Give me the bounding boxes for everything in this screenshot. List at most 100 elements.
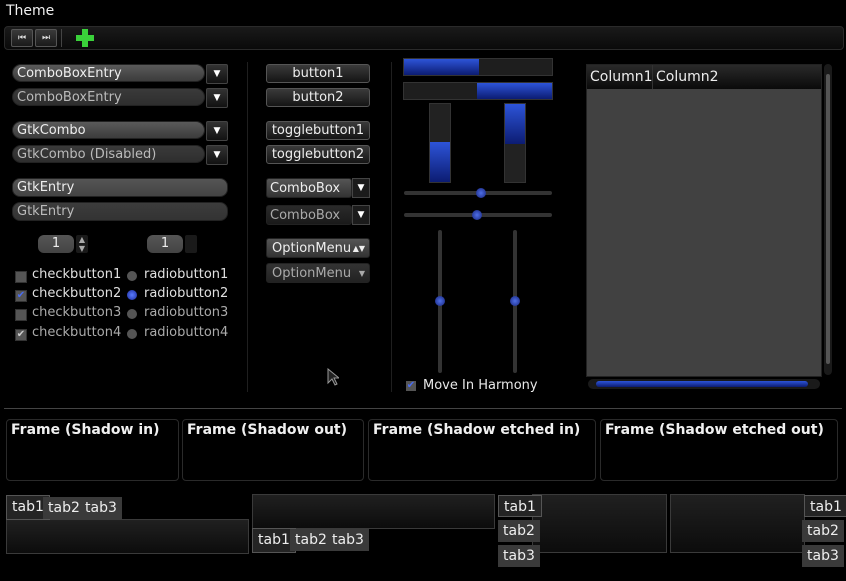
- tab-2[interactable]: tab2: [802, 520, 844, 542]
- slider-knob[interactable]: [435, 296, 445, 306]
- checkbutton-label: checkbutton4: [32, 325, 122, 340]
- chevron-down-icon: ▼: [352, 205, 370, 225]
- tab-3[interactable]: tab3: [327, 529, 369, 551]
- tab-1[interactable]: tab1: [804, 495, 846, 517]
- combobox-entry-1[interactable]: ComboBoxEntry ▼: [12, 64, 228, 84]
- combobox-2: ComboBox ▼: [266, 205, 370, 225]
- slider-knob[interactable]: [510, 296, 520, 306]
- optionmenu-label: OptionMenu: [272, 241, 352, 256]
- notebook-bottom: [252, 494, 495, 529]
- optionmenu-label: OptionMenu: [272, 266, 352, 281]
- radiobutton-label: radiobutton1: [144, 267, 229, 282]
- combobox-label: ComboBox: [266, 205, 352, 225]
- slider-knob[interactable]: [476, 188, 486, 198]
- checkbutton-2[interactable]: ✔ checkbutton2: [15, 286, 135, 304]
- notebook-top: [6, 519, 249, 554]
- progress-bar-vertical-1: [429, 103, 451, 183]
- slider-knob[interactable]: [472, 210, 482, 220]
- column-header-1[interactable]: Column1: [587, 65, 653, 89]
- progress-bar-horizontal-2: [403, 82, 553, 100]
- button1[interactable]: button1: [266, 64, 370, 83]
- tab-2[interactable]: tab2: [290, 529, 332, 551]
- gtkcombo-disabled: GtkCombo (Disabled) ▼: [12, 145, 228, 165]
- togglebutton1[interactable]: togglebutton1: [266, 121, 370, 140]
- gtkcombo-field[interactable]: GtkCombo: [12, 121, 205, 139]
- chevron-down-icon[interactable]: ▼: [206, 88, 228, 108]
- combobox-entry-field[interactable]: ComboBoxEntry: [12, 88, 205, 106]
- chevron-down-icon[interactable]: ▼: [206, 64, 228, 84]
- gtkcombo[interactable]: GtkCombo ▼: [12, 121, 228, 141]
- combobox-entry-field[interactable]: ComboBoxEntry: [12, 64, 205, 82]
- frame-shadow-out: Frame (Shadow out): [182, 419, 364, 481]
- checkbutton-3: checkbutton3: [15, 305, 135, 323]
- spin-arrows-icon[interactable]: ▲ ▼: [76, 235, 88, 253]
- tab-3[interactable]: tab3: [80, 497, 122, 519]
- radiobutton-label: radiobutton3: [144, 305, 229, 320]
- spin-arrows-icon: [185, 235, 197, 253]
- radio-icon[interactable]: [127, 271, 137, 281]
- togglebutton2[interactable]: togglebutton2: [266, 145, 370, 164]
- checkbox-checked-icon[interactable]: ✔: [15, 290, 27, 302]
- frame-shadow-etched-out: Frame (Shadow etched out): [600, 419, 838, 481]
- mouse-cursor-icon: [327, 367, 341, 390]
- radio-icon: [127, 309, 137, 319]
- radiobutton-4: radiobutton4: [127, 325, 247, 343]
- radio-selected-icon[interactable]: [127, 290, 137, 300]
- checkbutton-1[interactable]: checkbutton1: [15, 267, 135, 285]
- frame-shadow-etched-in: Frame (Shadow etched in): [368, 419, 596, 481]
- spin-value[interactable]: 1: [147, 235, 183, 253]
- gtk-entry-2[interactable]: GtkEntry: [12, 202, 228, 221]
- next-icon[interactable]: ⏭: [35, 29, 57, 47]
- combobox-entry-2[interactable]: ComboBoxEntry ▼: [12, 88, 228, 108]
- radiobutton-label: radiobutton2: [144, 286, 229, 301]
- progress-bar-horizontal-1: [403, 58, 553, 76]
- notebook-left: [532, 494, 667, 553]
- optionmenu-1[interactable]: OptionMenu ▲▼: [266, 238, 370, 258]
- spin-button-2[interactable]: 1: [147, 235, 197, 253]
- frame-label: Frame (Shadow in): [11, 422, 160, 438]
- checkbutton-label: checkbutton3: [32, 305, 122, 320]
- spin-value[interactable]: 1: [38, 235, 74, 253]
- radiobutton-2[interactable]: radiobutton2: [127, 286, 247, 304]
- tab-3[interactable]: tab3: [498, 545, 540, 567]
- scrollbar-thumb[interactable]: [596, 381, 808, 387]
- tree-view[interactable]: Column1 Column2: [586, 64, 822, 377]
- notebook-right: [670, 494, 805, 553]
- frame-label: Frame (Shadow etched out): [605, 422, 824, 438]
- gtkcombo-field: GtkCombo (Disabled): [12, 145, 205, 163]
- checkbox-icon[interactable]: [15, 271, 27, 283]
- scrollbar-thumb[interactable]: [826, 74, 830, 364]
- chevron-down-icon[interactable]: ▼: [206, 121, 228, 141]
- combobox-label[interactable]: ComboBox: [266, 178, 352, 198]
- combobox-1[interactable]: ComboBox ▼: [266, 178, 370, 198]
- frame-label: Frame (Shadow out): [187, 422, 347, 438]
- vertical-scrollbar[interactable]: [824, 64, 832, 375]
- updown-icon: ▲▼: [352, 244, 365, 253]
- move-in-harmony-label: Move In Harmony: [423, 378, 538, 393]
- spin-button-1[interactable]: 1 ▲ ▼: [38, 235, 88, 253]
- window-title: Theme: [6, 3, 55, 19]
- gtk-entry-1[interactable]: GtkEntry: [12, 178, 228, 197]
- tab-2[interactable]: tab2: [43, 497, 85, 519]
- toolbar-separator: [61, 29, 62, 47]
- prev-icon[interactable]: ⏮: [11, 29, 33, 47]
- separator: [4, 408, 842, 409]
- column-header-2[interactable]: Column2: [653, 65, 816, 89]
- progress-bar-vertical-2: [504, 103, 526, 183]
- tab-1[interactable]: tab1: [498, 495, 542, 517]
- add-icon[interactable]: [75, 28, 95, 48]
- frame-shadow-in: Frame (Shadow in): [6, 419, 179, 481]
- radio-icon: [127, 329, 137, 339]
- checkbox-checked-icon[interactable]: ✔: [406, 381, 416, 391]
- tree-header: Column1 Column2: [587, 65, 821, 89]
- radiobutton-3: radiobutton3: [127, 305, 247, 323]
- horizontal-scrollbar[interactable]: [588, 379, 820, 389]
- checkbox-checked-icon: ✔: [15, 329, 27, 341]
- checkbutton-4: ✔ checkbutton4: [15, 325, 135, 343]
- chevron-down-icon: ▼: [206, 145, 228, 165]
- button2[interactable]: button2: [266, 88, 370, 107]
- radiobutton-1[interactable]: radiobutton1: [127, 267, 247, 285]
- tab-3[interactable]: tab3: [802, 545, 844, 567]
- tab-2[interactable]: tab2: [498, 520, 540, 542]
- chevron-down-icon[interactable]: ▼: [352, 178, 370, 198]
